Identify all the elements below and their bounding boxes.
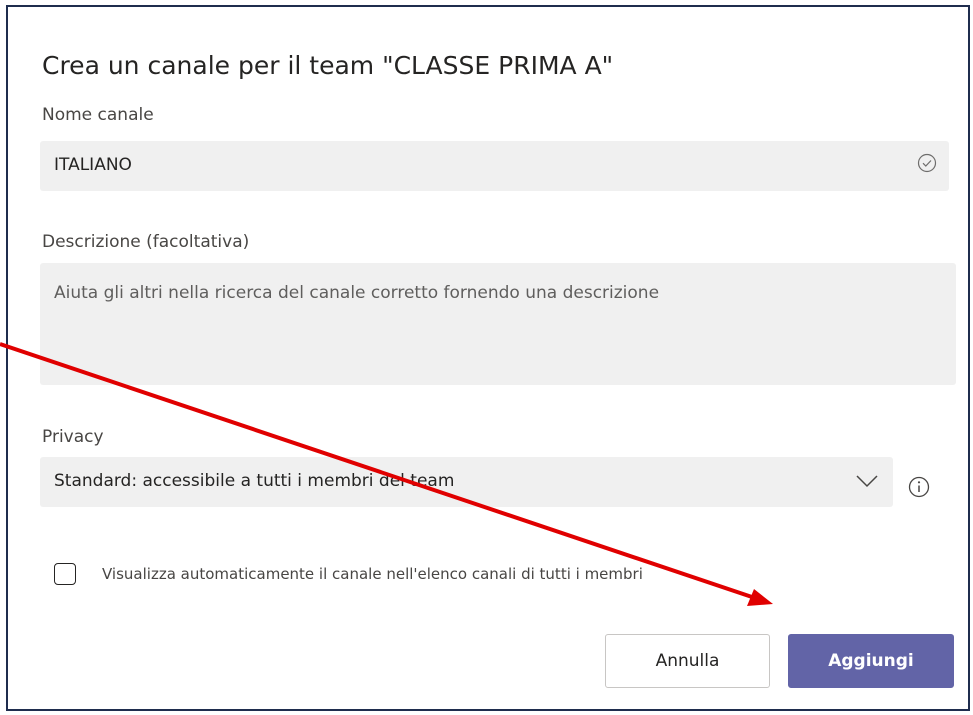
dialog-title: Crea un canale per il team "CLASSE PRIMA… — [42, 51, 614, 80]
auto-show-option[interactable]: Visualizza automaticamente il canale nel… — [54, 559, 643, 589]
add-button[interactable]: Aggiungi — [788, 634, 954, 688]
auto-show-checkbox[interactable] — [54, 563, 76, 585]
cancel-button[interactable]: Annulla — [605, 634, 770, 688]
channel-name-value[interactable]: ITALIANO — [54, 155, 132, 175]
channel-name-field[interactable]: ITALIANO — [40, 141, 949, 191]
description-placeholder: Aiuta gli altri nella ricerca del canale… — [54, 283, 660, 303]
description-label: Descrizione (facoltativa) — [42, 232, 250, 252]
create-channel-dialog: Crea un canale per il team "CLASSE PRIMA… — [6, 5, 970, 711]
channel-name-label: Nome canale — [42, 105, 154, 125]
privacy-label: Privacy — [42, 427, 104, 447]
privacy-select[interactable]: Standard: accessibile a tutti i membri d… — [40, 457, 893, 507]
privacy-selected-value: Standard: accessibile a tutti i membri d… — [54, 471, 455, 491]
info-icon[interactable] — [907, 475, 931, 499]
check-circle-icon — [917, 153, 937, 173]
auto-show-label: Visualizza automaticamente il canale nel… — [102, 565, 643, 583]
chevron-down-icon[interactable] — [855, 474, 879, 488]
description-field[interactable]: Aiuta gli altri nella ricerca del canale… — [40, 263, 956, 385]
